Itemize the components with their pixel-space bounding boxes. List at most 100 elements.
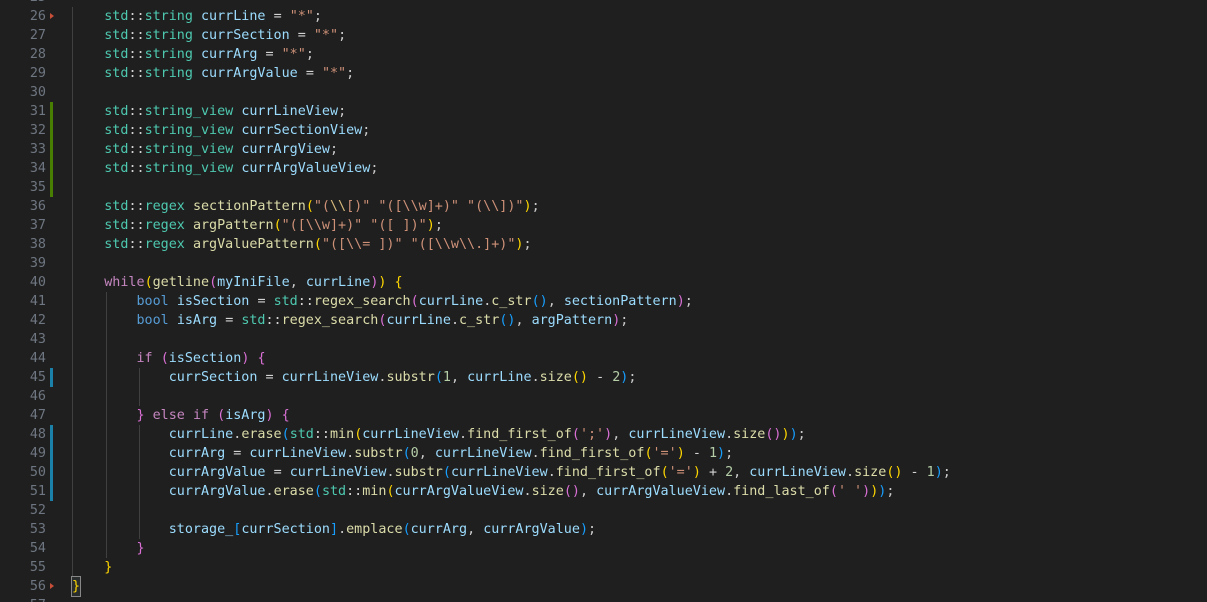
code-text[interactable]: while(getline(myIniFile, currLine)) { [72, 273, 402, 292]
code-text[interactable]: bool isSection = std::regex_search(currL… [72, 292, 693, 311]
line-number: 37 [29, 218, 46, 233]
code-text[interactable]: if (isSection) { [72, 349, 266, 368]
code-line[interactable]: 51 currArgValue.erase(std::min(currArgVa… [0, 482, 1207, 501]
gutter-added-marker[interactable] [50, 121, 53, 140]
code-line[interactable]: 55 } [0, 558, 1207, 577]
code-token: std [104, 47, 129, 62]
gutter-arrow-icon[interactable] [50, 583, 54, 589]
code-text[interactable]: } else if (isArg) { [72, 406, 290, 425]
code-token: ( [160, 351, 169, 366]
code-text[interactable]: } [70, 576, 82, 597]
line-number: 56 [29, 579, 46, 594]
code-editor[interactable]: 2526 std::string currLine = "*";27 std::… [0, 0, 1207, 602]
code-line[interactable]: 27 std::string currSection = "*"; [0, 26, 1207, 45]
code-text[interactable]: currSection = currLineView. substr(1, cur… [72, 368, 637, 387]
code-text[interactable]: storage_[currSection].emplace(currArg, c… [72, 520, 596, 539]
code-line[interactable]: 57 [0, 596, 1207, 602]
code-line[interactable]: 33 std::string_view currArgView; [0, 140, 1207, 159]
code-line[interactable]: 36 std::regex sectionPattern("(\\[)" "([… [0, 197, 1207, 216]
code-line[interactable]: 26 std::string currLine = "*"; [0, 7, 1207, 26]
code-token: size [733, 427, 766, 442]
code-text[interactable]: std::regex sectionPattern("(\\[)" "([\\w… [72, 197, 539, 216]
code-line[interactable]: 46 [0, 387, 1207, 406]
gutter-modified-marker[interactable] [50, 425, 53, 444]
code-text[interactable]: std::string currSection = "*"; [72, 26, 346, 45]
code-text[interactable]: bool isArg = std::regex_search(currLine.… [72, 311, 629, 330]
line-number: 31 [29, 104, 46, 119]
code-token: min [330, 427, 355, 442]
code-text[interactable]: currLine.erase(std::min(currLineView.fin… [72, 425, 806, 444]
code-text[interactable]: } [72, 558, 112, 577]
code-line[interactable]: 54 } [0, 539, 1207, 558]
code-line[interactable]: 31 std::string_view currLineView; [0, 102, 1207, 121]
code-line[interactable]: 52 [0, 501, 1207, 520]
code-line[interactable]: 49 currArg = currLineView.substr(0, curr… [0, 444, 1207, 463]
code-line[interactable]: 30 [0, 83, 1207, 102]
code-line[interactable]: 41 bool isSection = std::regex_search(cu… [0, 292, 1207, 311]
gutter-arrow-icon[interactable] [50, 13, 54, 19]
code-token: = [273, 465, 282, 480]
code-text[interactable]: std::string_view currArgView; [72, 140, 338, 159]
code-text[interactable]: currArgValue = currLineView.substr(currL… [72, 463, 951, 482]
code-token: std [273, 294, 298, 309]
code-token: currArgValueView [241, 161, 371, 176]
code-token: ';' [579, 427, 605, 442]
code-token: ( [273, 218, 282, 233]
code-text[interactable]: std::regex argValuePattern("([\\= ])" "(… [72, 235, 531, 254]
code-line[interactable]: 28 std::string currArg = "*"; [0, 45, 1207, 64]
line-number: 44 [29, 351, 46, 366]
code-line[interactable]: 29 std::string currArgValue = "*"; [0, 64, 1207, 83]
code-line[interactable]: 32 std::string_view currSectionView; [0, 121, 1207, 140]
code-text[interactable]: std::regex argPattern("([\\w]+)" "([ ])"… [72, 216, 443, 235]
code-line[interactable]: 44 if (isSection) { [0, 349, 1207, 368]
code-token: ( [410, 294, 419, 309]
gutter-added-marker[interactable] [50, 178, 53, 197]
gutter-added-marker[interactable] [50, 159, 53, 178]
code-line[interactable]: 37 std::regex argPattern("([\\w]+)" "([ … [0, 216, 1207, 235]
code-token: [)" "([\\w]+)" "(\\])" [346, 199, 524, 214]
code-text[interactable]: std::string_view currLineView; [72, 102, 346, 121]
code-text[interactable]: std::string currArg = "*"; [72, 45, 314, 64]
code-text[interactable]: std::string currLine = "*"; [72, 7, 322, 26]
code-token: { [257, 351, 266, 366]
gutter-modified-marker[interactable] [50, 463, 53, 482]
code-text[interactable]: std::string_view currArgValueView; [72, 159, 378, 178]
gutter-added-marker[interactable] [50, 102, 53, 121]
code-token: ( [660, 465, 669, 480]
code-token: = [305, 66, 314, 81]
code-text[interactable]: std::string_view currSectionView; [72, 121, 370, 140]
code-text[interactable]: } [72, 539, 145, 558]
code-line[interactable]: 45 currSection = currLineView. substr(1, … [0, 368, 1207, 387]
gutter-modified-marker[interactable] [50, 368, 53, 387]
code-text[interactable]: currArg = currLineView.substr(0, currLin… [72, 444, 733, 463]
code-token: - [692, 446, 701, 461]
code-token: . [338, 522, 347, 537]
code-line[interactable]: 25 [0, 0, 1207, 7]
code-line[interactable]: 53 storage_[currSection].emplace(currArg… [0, 520, 1207, 539]
code-text[interactable]: std::string currArgValue = "*"; [72, 64, 354, 83]
code-line[interactable]: 56} [0, 576, 1207, 597]
code-line[interactable]: 43 [0, 330, 1207, 349]
code-line[interactable]: 39 [0, 254, 1207, 273]
gutter-modified-marker[interactable] [50, 444, 53, 463]
code-line[interactable]: 38 std::regex argValuePattern("([\\= ])"… [0, 235, 1207, 254]
code-line[interactable]: 48 currLine.erase(std::min(currLineView.… [0, 425, 1207, 444]
code-token: c_str [491, 294, 532, 309]
code-text[interactable]: currArgValue.erase(std::min(currArgValue… [72, 482, 895, 501]
code-token: currArg [410, 522, 468, 537]
gutter-added-marker[interactable] [50, 140, 53, 159]
gutter-modified-marker[interactable] [50, 482, 53, 501]
code-line[interactable]: 35 [0, 178, 1207, 197]
code-line[interactable]: 47 } else if (isArg) { [0, 406, 1207, 425]
code-line[interactable]: 42 bool isArg = std::regex_search(currLi… [0, 311, 1207, 330]
code-line[interactable]: 50 currArgValue = currLineView.substr(cu… [0, 463, 1207, 482]
code-line[interactable]: 34 std::string_view currArgValueView; [0, 159, 1207, 178]
code-line[interactable]: 40 while(getline(myIniFile, currLine)) { [0, 273, 1207, 292]
